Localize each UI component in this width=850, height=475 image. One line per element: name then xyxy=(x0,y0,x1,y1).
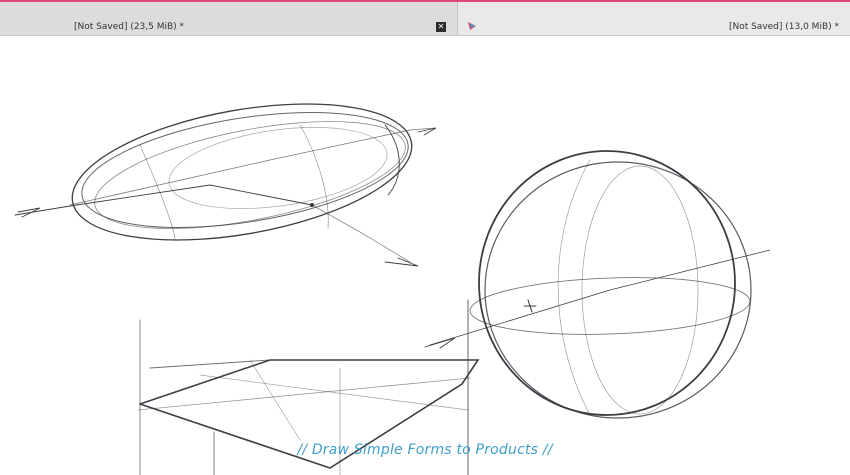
tab-1-title: [Not Saved] (23,5 MiB) * xyxy=(74,22,185,32)
drawing-canvas[interactable] xyxy=(0,36,850,475)
canvas-caption: // Draw Simple Forms to Products // xyxy=(297,442,553,458)
tab-2-title: [Not Saved] (13,0 MiB) * xyxy=(728,22,839,32)
krita-icon xyxy=(468,22,476,30)
document-tab-bar: [Not Saved] (23,5 MiB) * ✕ [Not Saved] (… xyxy=(0,2,850,36)
sketch-sphere xyxy=(424,150,771,419)
document-tab-2[interactable]: [Not Saved] (13,0 MiB) * xyxy=(458,2,850,35)
close-icon[interactable]: ✕ xyxy=(436,22,446,32)
sketch-ellipse-disc xyxy=(14,103,437,267)
document-tab-1[interactable]: [Not Saved] (23,5 MiB) * ✕ xyxy=(0,2,458,35)
